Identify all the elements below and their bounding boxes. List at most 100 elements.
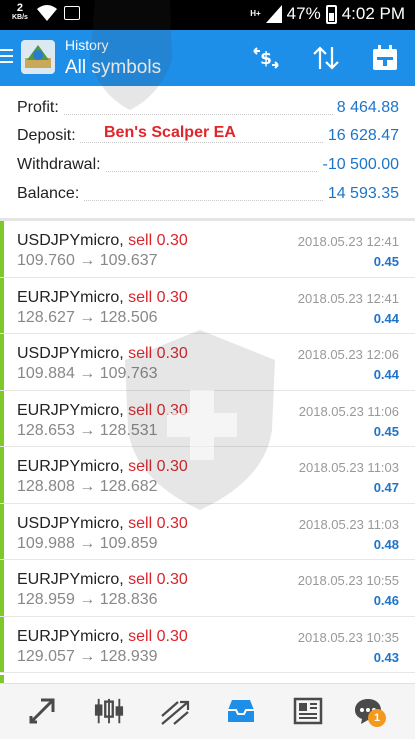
deal-time: 2018.05.23 12:06 (297, 347, 399, 362)
history-icon[interactable] (226, 696, 256, 726)
deposit-value: 16 628.47 (323, 127, 399, 145)
network-speed: 2 KB/s (12, 3, 28, 23)
app-logo[interactable] (21, 40, 55, 74)
deal-indicator-bar (0, 503, 4, 559)
deal-side: sell 0.30 (128, 345, 188, 362)
deal-profit: 0.45 (373, 423, 399, 439)
deal-row[interactable]: EURJPYmicro, sell 0.30 129.057 → 128.939 2… (0, 616, 415, 673)
deal-row[interactable]: EURJPYmicro, sell 0.30 128.627 → 128.506 2… (0, 277, 415, 334)
deal-profit: 0.45 (373, 254, 399, 269)
wifi-icon (37, 5, 57, 21)
deal-prices: 128.808 → 128.682 (17, 478, 158, 495)
deal-indicator-bar (0, 334, 4, 390)
deal-symbol-name: EURJPYmicro, (17, 401, 124, 419)
deal-row[interactable]: USDJPYmicro, sell 0.30 109.760 → 109.637 2… (0, 221, 415, 278)
deal-prices: 109.988 → 109.859 (17, 534, 158, 552)
deal-symbol: USDJPYmicro, sell 0.30 (17, 232, 188, 250)
deal-indicator-bar (0, 277, 4, 333)
withdrawal-value: -10 500.00 (318, 156, 399, 174)
bottom-nav: 1 (0, 683, 415, 739)
deal-side: sell 0.30 (128, 571, 188, 588)
deal-profit: 0.46 (373, 593, 399, 608)
sort-icon[interactable] (309, 41, 343, 75)
profit-value: 8 464.88 (332, 99, 399, 117)
deal-prices: 128.627 → 128.506 (17, 308, 158, 326)
deal-symbol: EURJPYmicro, sell 0.30 (17, 628, 188, 646)
deal-symbol: EURJPYmicro, sell 0.30 (17, 289, 188, 307)
deal-side: sell 0.30 (128, 232, 188, 249)
calendar-icon[interactable] (368, 41, 402, 75)
balance-label: Balance: (17, 185, 84, 203)
deal-time: 2018.05.23 11:03 (298, 460, 399, 475)
deal-time: 2018.05.23 11:03 (298, 516, 399, 532)
profit-label: Profit: (17, 99, 63, 117)
balance-value: 14 593.35 (323, 185, 399, 203)
deal-symbol-name: USDJPYmicro, (17, 232, 124, 249)
deal-side: sell 0.30 (128, 401, 188, 419)
profit-row: Profit: 8 464.88 (17, 97, 399, 123)
deal-row[interactable]: USDJPYmicro, sell 0.30 109.988 → 109.859 2… (0, 503, 415, 560)
deal-side: sell 0.30 (128, 514, 188, 532)
signal-icon (265, 5, 282, 23)
deal-prices: 128.959 → 128.836 (17, 591, 158, 608)
deal-row-partial (0, 675, 4, 683)
deal-side: sell 0.30 (128, 458, 188, 475)
deal-symbol: EURJPYmicro, sell 0.30 (17, 402, 188, 420)
network-speed-unit: KB/s (12, 14, 28, 21)
deal-symbol-name: EURJPYmicro, (17, 288, 124, 306)
deal-side: sell 0.30 (128, 288, 188, 306)
deal-row[interactable]: EURJPYmicro, sell 0.30 128.808 → 128.682 2… (0, 447, 415, 504)
quotes-icon[interactable] (27, 696, 57, 726)
deal-symbol-name: EURJPYmicro, (17, 458, 124, 475)
deal-indicator-bar (0, 616, 4, 672)
battery-percent: 47% (286, 4, 321, 23)
app-bar: History All symbols $ (0, 30, 415, 86)
deal-symbol-name: EURJPYmicro, (17, 627, 124, 645)
deal-symbol: USDJPYmicro, sell 0.30 (17, 515, 188, 533)
status-bar: 2 KB/s H+ 47% 4:02 PM (0, 0, 415, 30)
header-subtitle: History (65, 37, 109, 53)
deal-symbol-name: EURJPYmicro, (17, 571, 124, 588)
account-summary: Profit: 8 464.88 Deposit: 16 628.47 With… (0, 88, 415, 216)
deal-prices: 109.760 → 109.637 (17, 252, 158, 269)
clock: 4:02 PM (341, 4, 405, 23)
deal-indicator-bar (0, 447, 4, 503)
withdrawal-row: Withdrawal: -10 500.00 (17, 154, 399, 180)
chart-icon[interactable] (94, 696, 124, 726)
deal-time: 2018.05.23 12:41 (297, 234, 399, 249)
battery-icon (325, 4, 337, 24)
network-type: H+ (250, 9, 261, 18)
deal-symbol: USDJPYmicro, sell 0.30 (17, 345, 188, 363)
deal-profit: 0.44 (373, 310, 399, 326)
deposit-label: Deposit: (17, 127, 80, 145)
deals-list[interactable]: USDJPYmicro, sell 0.30 109.760 → 109.637 2… (0, 221, 415, 681)
deal-profit: 0.44 (373, 367, 399, 382)
deal-prices: 128.653 → 128.531 (17, 421, 158, 439)
screenshot-icon (64, 6, 80, 20)
header-title[interactable]: All symbols (65, 57, 161, 79)
deal-time: 2018.05.23 10:55 (297, 573, 399, 588)
deal-indicator-bar (0, 221, 4, 277)
deal-time: 2018.05.23 11:06 (298, 403, 399, 419)
deal-prices: 129.057 → 128.939 (17, 647, 158, 665)
deal-profit: 0.43 (373, 649, 399, 665)
deal-row[interactable]: EURJPYmicro, sell 0.30 128.959 → 128.836 2… (0, 560, 415, 617)
ea-annotation: Ben's Scalper EA (104, 124, 236, 141)
deal-symbol: EURJPYmicro, sell 0.30 (17, 571, 188, 589)
trade-icon[interactable] (160, 696, 190, 726)
deal-symbol-name: USDJPYmicro, (17, 345, 124, 362)
deal-time: 2018.05.23 10:35 (297, 629, 399, 645)
balance-row: Balance: 14 593.35 (17, 183, 399, 209)
deal-symbol: EURJPYmicro, sell 0.30 (17, 458, 188, 476)
deal-row[interactable]: USDJPYmicro, sell 0.30 109.884 → 109.763 2… (0, 334, 415, 391)
chat-badge: 1 (368, 709, 386, 727)
news-icon[interactable] (293, 696, 323, 726)
dollar-transfer-icon[interactable]: $ (249, 41, 283, 75)
deal-indicator-bar (0, 560, 4, 616)
deal-profit: 0.47 (373, 480, 399, 495)
withdrawal-label: Withdrawal: (17, 156, 105, 174)
deal-symbol-name: USDJPYmicro, (17, 514, 124, 532)
menu-icon[interactable] (0, 49, 13, 67)
deal-row[interactable]: EURJPYmicro, sell 0.30 128.653 → 128.531 2… (0, 390, 415, 447)
deal-profit: 0.48 (373, 536, 399, 552)
